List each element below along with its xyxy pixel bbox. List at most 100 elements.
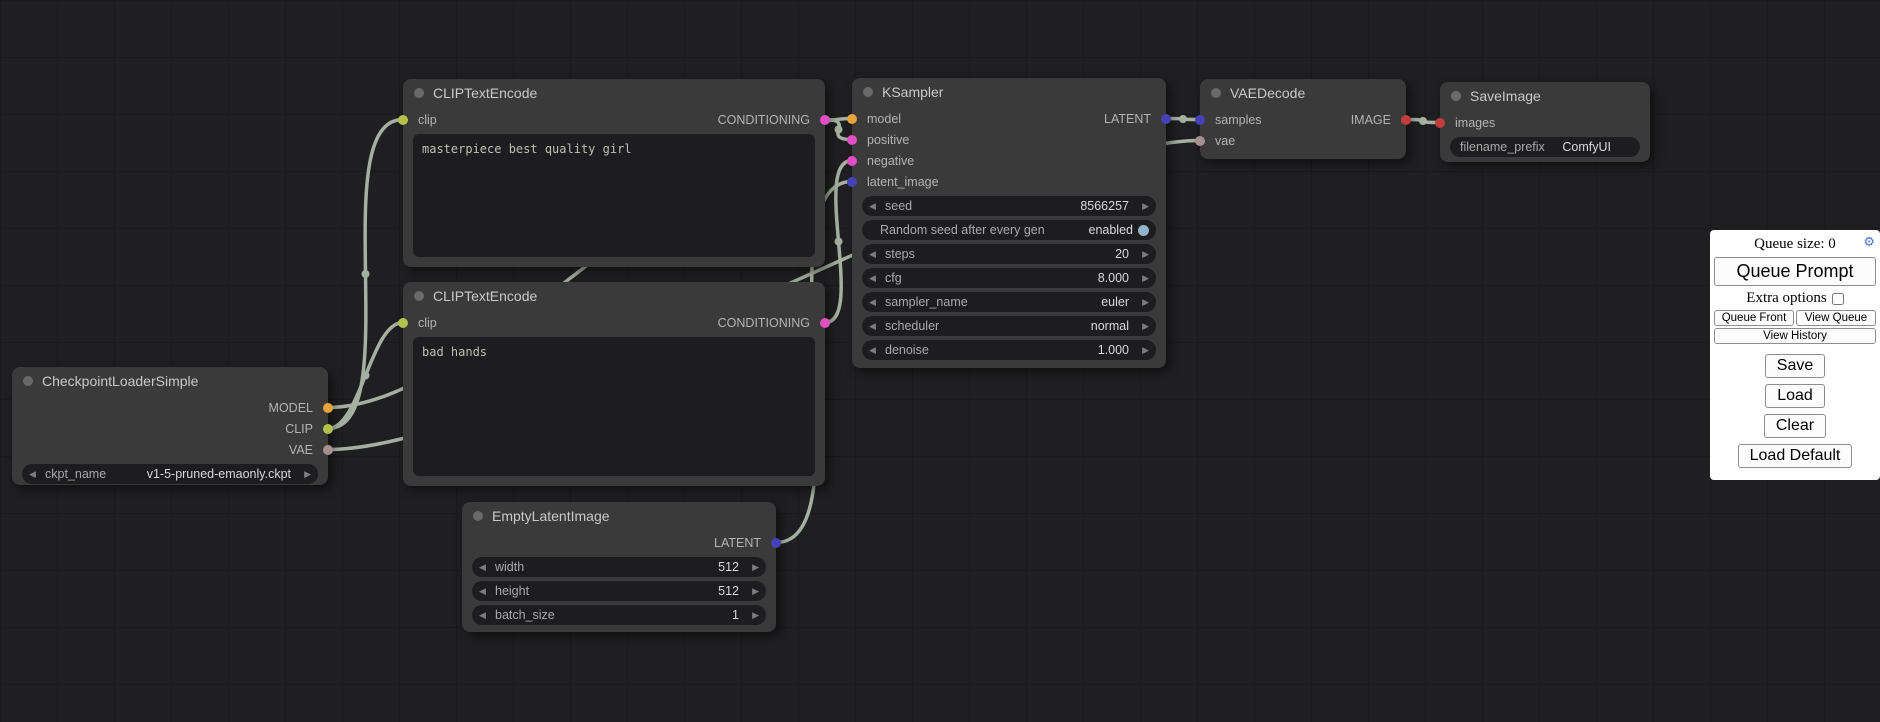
widget-value: v1-5-pruned-emaonly.ckpt — [147, 467, 291, 481]
node-title: EmptyLatentImage — [492, 508, 610, 524]
node-collapse-dot[interactable] — [863, 87, 873, 97]
increment-arrow-icon[interactable]: ▶ — [1136, 249, 1149, 260]
node-titlebar[interactable]: CLIPTextEncode — [403, 282, 825, 310]
load-button[interactable]: Load — [1765, 384, 1825, 408]
output-slot-MODEL: MODEL — [12, 397, 328, 418]
node-collapse-dot[interactable] — [414, 88, 424, 98]
input-slot-vae: vae — [1200, 130, 1406, 151]
prompt-textarea[interactable]: masterpiece best quality girl — [413, 134, 815, 257]
node-titlebar[interactable]: VAEDecode — [1200, 79, 1406, 107]
latent_image-input-port[interactable] — [847, 177, 857, 187]
node-checkpoint-loader[interactable]: CheckpointLoaderSimpleMODELCLIPVAE◀ckpt_… — [12, 367, 328, 485]
height-widget[interactable]: ◀height512▶ — [472, 581, 766, 601]
toggle-on-indicator[interactable] — [1138, 225, 1149, 236]
output-slot-label: IMAGE — [1351, 113, 1391, 127]
steps-widget[interactable]: ◀steps20▶ — [862, 244, 1156, 264]
input-slot-label: vae — [1215, 134, 1235, 148]
batch-size-widget[interactable]: ◀batch_size1▶ — [472, 605, 766, 625]
save-button[interactable]: Save — [1765, 354, 1825, 378]
output-slot-label: LATENT — [1104, 112, 1151, 126]
increment-arrow-icon[interactable]: ▶ — [746, 610, 759, 621]
load-default-button[interactable]: Load Default — [1738, 444, 1853, 468]
node-title: CheckpointLoaderSimple — [42, 373, 198, 389]
node-collapse-dot[interactable] — [414, 291, 424, 301]
VAE-output-port[interactable] — [323, 445, 333, 455]
node-titlebar[interactable]: CLIPTextEncode — [403, 79, 825, 107]
IMAGE-output-port[interactable] — [1401, 115, 1411, 125]
decrement-arrow-icon[interactable]: ◀ — [869, 201, 882, 212]
cfg-widget[interactable]: ◀cfg8.000▶ — [862, 268, 1156, 288]
decrement-arrow-icon[interactable]: ◀ — [29, 469, 42, 480]
decrement-arrow-icon[interactable]: ◀ — [479, 562, 492, 573]
clear-button[interactable]: Clear — [1764, 414, 1826, 438]
view-queue-button[interactable]: View Queue — [1796, 310, 1876, 326]
CONDITIONING-output-port[interactable] — [820, 318, 830, 328]
scheduler-widget[interactable]: ◀schedulernormal▶ — [862, 316, 1156, 336]
node-titlebar[interactable]: CheckpointLoaderSimple — [12, 367, 328, 395]
view-history-button[interactable]: View History — [1714, 328, 1876, 344]
node-collapse-dot[interactable] — [1211, 88, 1221, 98]
decrement-arrow-icon[interactable]: ◀ — [869, 249, 882, 260]
output-slot-CLIP: CLIP — [12, 418, 328, 439]
widget-value: euler — [1101, 295, 1129, 309]
link-midpoint-dot — [835, 238, 843, 246]
increment-arrow-icon[interactable]: ▶ — [746, 586, 759, 597]
widget-label: Random seed after every gen — [880, 223, 1045, 237]
Random seed after every gen-widget[interactable]: Random seed after every genenabled — [862, 220, 1156, 240]
node-collapse-dot[interactable] — [23, 376, 33, 386]
node-save-image[interactable]: SaveImageimagesfilename_prefixComfyUI — [1440, 82, 1650, 162]
decrement-arrow-icon[interactable]: ◀ — [869, 273, 882, 284]
seed-widget[interactable]: ◀seed8566257▶ — [862, 196, 1156, 216]
MODEL-output-port[interactable] — [323, 403, 333, 413]
queue-buttons-row: Queue Front View Queue — [1714, 310, 1876, 326]
node-title: VAEDecode — [1230, 85, 1305, 101]
queue-front-button[interactable]: Queue Front — [1714, 310, 1794, 326]
increment-arrow-icon[interactable]: ▶ — [298, 469, 311, 480]
extra-options-label: Extra options — [1746, 290, 1826, 307]
increment-arrow-icon[interactable]: ▶ — [1136, 321, 1149, 332]
prompt-textarea[interactable]: bad hands — [413, 337, 815, 476]
widget-label: scheduler — [885, 319, 939, 333]
decrement-arrow-icon[interactable]: ◀ — [869, 321, 882, 332]
node-empty-latent-image[interactable]: EmptyLatentImageLATENT◀width512▶◀height5… — [462, 502, 776, 632]
decrement-arrow-icon[interactable]: ◀ — [869, 297, 882, 308]
input-slot-positive: positive — [852, 129, 1166, 150]
decrement-arrow-icon[interactable]: ◀ — [479, 610, 492, 621]
increment-arrow-icon[interactable]: ▶ — [1136, 273, 1149, 284]
CONDITIONING-output-port[interactable] — [820, 115, 830, 125]
increment-arrow-icon[interactable]: ▶ — [1136, 201, 1149, 212]
filename-prefix-widget[interactable]: filename_prefixComfyUI — [1450, 137, 1640, 157]
node-graph-canvas[interactable]: Queue size: 0 ⚙ Queue Prompt Extra optio… — [0, 0, 1880, 722]
increment-arrow-icon[interactable]: ▶ — [1136, 345, 1149, 356]
LATENT-output-port[interactable] — [771, 538, 781, 548]
widget-label: batch_size — [495, 608, 555, 622]
node-collapse-dot[interactable] — [1451, 91, 1461, 101]
node-titlebar[interactable]: SaveImage — [1440, 82, 1650, 110]
vae-input-port[interactable] — [1195, 136, 1205, 146]
increment-arrow-icon[interactable]: ▶ — [746, 562, 759, 573]
negative-input-port[interactable] — [847, 156, 857, 166]
settings-gear-icon[interactable]: ⚙ — [1863, 235, 1875, 250]
node-titlebar[interactable]: EmptyLatentImage — [462, 502, 776, 530]
positive-input-port[interactable] — [847, 135, 857, 145]
images-input-port[interactable] — [1435, 118, 1445, 128]
node-vae-decode[interactable]: VAEDecodesamplesvaeIMAGE — [1200, 79, 1406, 159]
input-slot-negative: negative — [852, 150, 1166, 171]
node-collapse-dot[interactable] — [473, 511, 483, 521]
decrement-arrow-icon[interactable]: ◀ — [869, 345, 882, 356]
LATENT-output-port[interactable] — [1161, 114, 1171, 124]
width-widget[interactable]: ◀width512▶ — [472, 557, 766, 577]
queue-prompt-button[interactable]: Queue Prompt — [1714, 257, 1876, 286]
node-clip-text-encode-negative[interactable]: CLIPTextEncodeclipCONDITIONINGbad hands — [403, 282, 825, 486]
ckpt-name-widget[interactable]: ◀ckpt_namev1-5-pruned-emaonly.ckpt▶ — [22, 464, 318, 484]
CLIP-output-port[interactable] — [323, 424, 333, 434]
decrement-arrow-icon[interactable]: ◀ — [479, 586, 492, 597]
denoise-widget[interactable]: ◀denoise1.000▶ — [862, 340, 1156, 360]
node-clip-text-encode-positive[interactable]: CLIPTextEncodeclipCONDITIONINGmasterpiec… — [403, 79, 825, 267]
input-slot-label: negative — [867, 154, 914, 168]
increment-arrow-icon[interactable]: ▶ — [1136, 297, 1149, 308]
node-ksampler[interactable]: KSamplermodelpositivenegativelatent_imag… — [852, 78, 1166, 368]
node-titlebar[interactable]: KSampler — [852, 78, 1166, 106]
sampler-name-widget[interactable]: ◀sampler_nameeuler▶ — [862, 292, 1156, 312]
extra-options-checkbox[interactable] — [1832, 293, 1844, 305]
